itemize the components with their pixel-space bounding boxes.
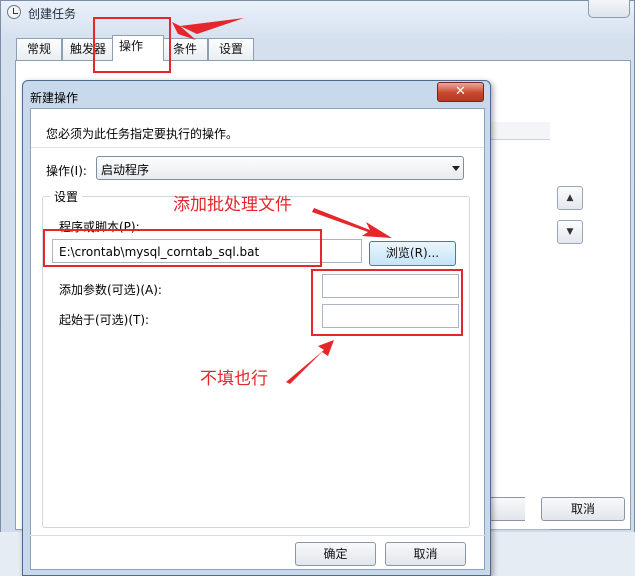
annotation-arrow-icon <box>312 208 392 238</box>
tab-actions[interactable]: 操作 <box>112 35 164 61</box>
annotation-arrow-icon <box>172 18 244 40</box>
tab-actions-label: 操作 <box>119 39 144 53</box>
annotation-arrow-icon <box>286 340 334 384</box>
annotation-arrows <box>172 18 392 384</box>
